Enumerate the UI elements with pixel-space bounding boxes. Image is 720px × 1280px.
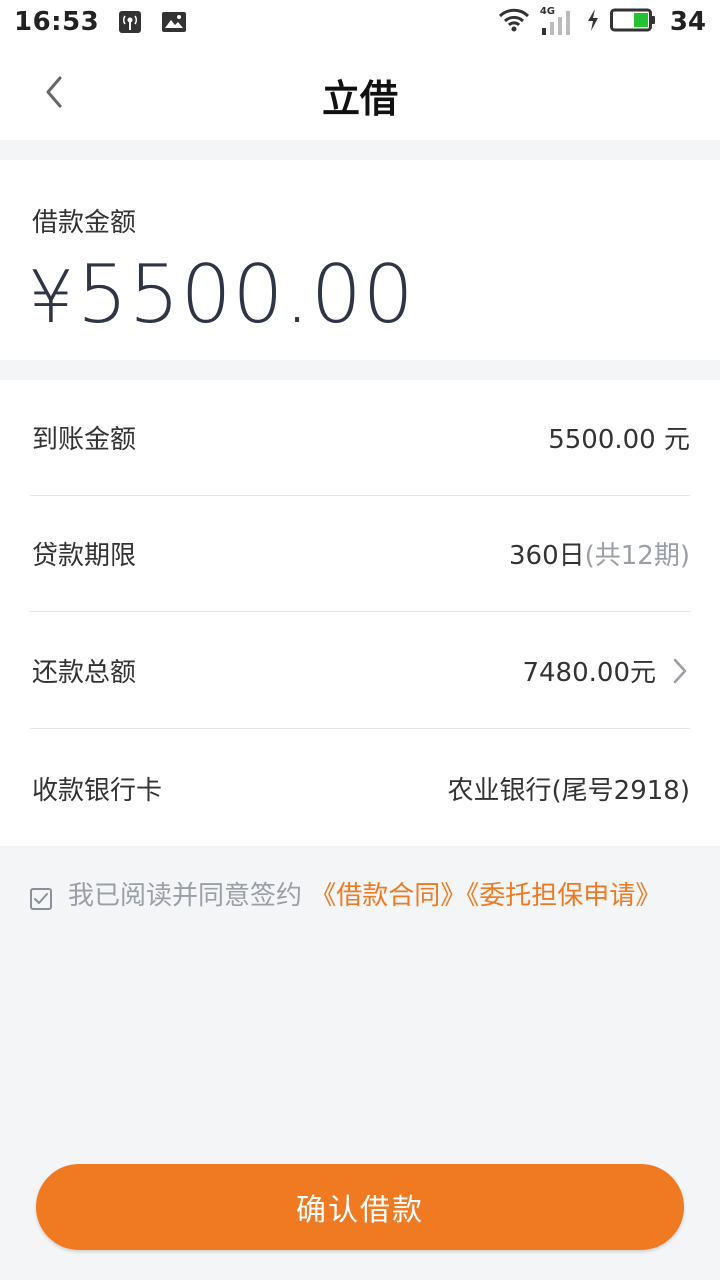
chevron-right-icon: [670, 656, 690, 686]
agreement-checkbox[interactable]: [30, 888, 52, 910]
loan-contract-link[interactable]: 《借款合同》: [310, 881, 466, 911]
checkmark-icon: [34, 893, 48, 904]
loan-details-card: 到账金额 5500.00 元 贷款期限 360日 (共12期) 还款总额 7480…: [0, 380, 720, 846]
loan-amount-card: 借款金额 ¥5500.00: [0, 160, 720, 360]
status-right-group: 4G 34: [498, 0, 706, 44]
detail-label: 还款总额: [32, 658, 137, 688]
navigation-bar: 立借: [0, 44, 720, 140]
currency-symbol: ¥: [28, 255, 75, 339]
detail-value: 5500.00 元: [548, 419, 690, 456]
battery-icon: [609, 8, 656, 36]
charging-icon: [586, 8, 600, 36]
received-amount-value: 5500.00 元: [548, 425, 690, 455]
page-title: 立借: [321, 77, 398, 121]
signal-tower-icon: [117, 10, 143, 34]
detail-value: 360日 (共12期): [509, 535, 690, 572]
image-icon: [161, 10, 187, 34]
wifi-icon: [498, 8, 530, 36]
detail-row-total-repayment[interactable]: 还款总额 7480.00元: [30, 613, 690, 729]
agreement-text: 我已阅读并同意签约 《借款合同》《委托担保申请》: [68, 876, 661, 916]
detail-row-received-amount: 到账金额 5500.00 元: [30, 380, 690, 496]
total-repayment-value: 7480.00元: [522, 658, 656, 688]
detail-label: 贷款期限: [32, 541, 137, 571]
status-bar: 16:53 4G 34: [0, 0, 720, 44]
detail-row-bank-card: 收款银行卡 农业银行(尾号2918): [30, 730, 690, 846]
confirm-loan-button[interactable]: 确认借款: [36, 1164, 684, 1250]
detail-label: 到账金额: [32, 425, 137, 455]
agreement-section: 我已阅读并同意签约 《借款合同》《委托担保申请》: [30, 876, 670, 916]
guarantee-application-link[interactable]: 《委托担保申请》: [466, 881, 661, 911]
detail-value: 农业银行(尾号2918): [448, 770, 690, 807]
detail-label: 收款银行卡: [32, 775, 163, 806]
agreement-statement: 我已阅读并同意签约: [68, 881, 311, 911]
loan-amount-label: 借款金额: [32, 208, 137, 238]
loan-amount-number: 5500.00: [76, 248, 415, 341]
cellular-signal-icon: 4G: [540, 6, 576, 36]
battery-level: 34: [669, 7, 706, 37]
loan-term-note: (共12期): [584, 541, 690, 571]
detail-row-loan-term: 贷款期限 360日 (共12期): [30, 496, 690, 612]
detail-value: 7480.00元: [522, 652, 690, 689]
bank-card-value: 农业银行(尾号2918): [447, 775, 690, 806]
loan-term-value: 360日: [508, 541, 585, 571]
status-time: 16:53: [14, 7, 100, 37]
loan-amount-value: ¥5500.00: [28, 248, 415, 341]
